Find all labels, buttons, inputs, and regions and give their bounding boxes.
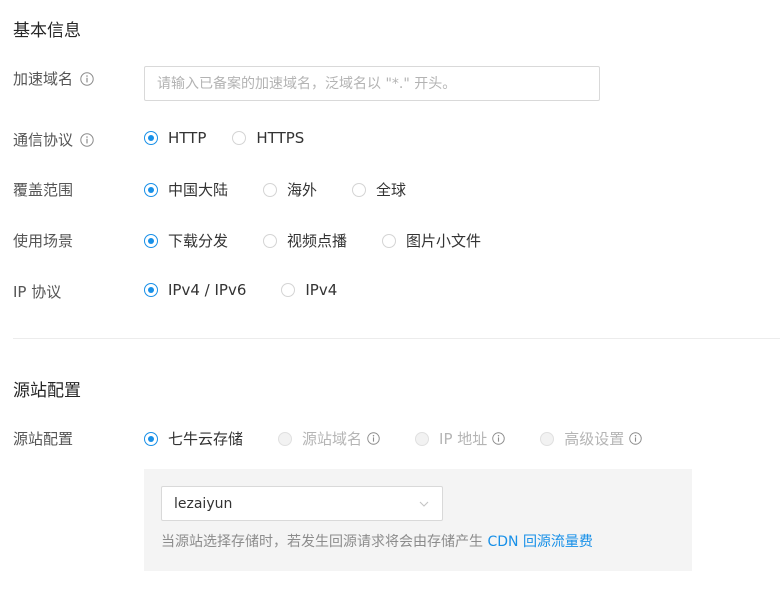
origin-option-domain: 源站域名 — [278, 428, 380, 449]
ip-protocol-label-row: IP 协议 — [13, 281, 61, 302]
basic-info-title: 基本信息 — [13, 21, 81, 41]
scenario-option-vod[interactable]: 视频点播 — [263, 230, 347, 251]
option-label: IPv4 / IPv6 — [168, 281, 247, 299]
option-label: 图片小文件 — [406, 232, 482, 250]
radio-disabled-icon — [540, 431, 555, 446]
option-label: 下载分发 — [168, 232, 229, 250]
radio-unchecked-icon[interactable] — [263, 182, 278, 197]
info-icon[interactable] — [80, 132, 94, 147]
option-label: 全球 — [376, 181, 407, 199]
origin-hint: 当源站选择存储时，若发生回源请求将会由存储产生 CDN 回源流量费 — [161, 531, 593, 551]
protocol-option-https[interactable]: HTTPS — [232, 129, 304, 147]
origin-label-row: 源站配置 — [13, 428, 73, 449]
ip-protocol-label: IP 协议 — [13, 283, 62, 301]
back-to-origin-fee-link[interactable]: 回源流量费 — [523, 534, 593, 550]
protocol-label-row: 通信协议 — [13, 129, 94, 150]
radio-unchecked-icon[interactable] — [263, 233, 278, 248]
radio-unchecked-icon[interactable] — [352, 182, 367, 197]
scenario-label: 使用场景 — [13, 232, 74, 250]
option-label: 中国大陆 — [168, 181, 229, 199]
scenario-option-download[interactable]: 下载分发 — [144, 230, 228, 251]
option-label: HTTPS — [256, 129, 305, 147]
scenario-radio-group: 下载分发 视频点播 图片小文件 — [144, 230, 481, 251]
origin-section-title: 源站配置 — [13, 381, 81, 401]
info-icon[interactable] — [367, 432, 380, 445]
domain-input[interactable] — [144, 66, 600, 101]
radio-checked-icon[interactable] — [144, 182, 158, 197]
origin-option-ip: IP 地址 — [415, 428, 506, 449]
radio-checked-icon[interactable] — [144, 233, 158, 248]
domain-label: 加速域名 — [13, 70, 74, 88]
origin-option-kodo[interactable]: 七牛云存储 — [144, 428, 243, 449]
protocol-label: 通信协议 — [13, 131, 74, 149]
cdn-link[interactable]: CDN — [487, 534, 518, 550]
info-icon[interactable] — [80, 71, 94, 86]
radio-disabled-icon — [415, 431, 430, 446]
radio-checked-icon[interactable] — [144, 131, 158, 145]
origin-config-label: 源站配置 — [13, 430, 74, 448]
bucket-select[interactable]: lezaiyun — [161, 486, 443, 521]
option-label: 海外 — [287, 181, 318, 199]
radio-unchecked-icon[interactable] — [281, 283, 296, 297]
option-label: 高级设置 — [564, 430, 625, 448]
origin-option-advanced: 高级设置 — [540, 428, 643, 449]
origin-storage-panel: lezaiyun 当源站选择存储时，若发生回源请求将会由存储产生 CDN 回源流… — [144, 469, 692, 571]
protocol-option-http[interactable]: HTTP — [144, 129, 206, 147]
bucket-select-value: lezaiyun — [174, 495, 233, 512]
radio-checked-icon[interactable] — [144, 431, 158, 446]
ip-option-ipv4[interactable]: IPv4 — [281, 281, 337, 299]
option-label: IPv4 — [305, 281, 338, 299]
info-icon[interactable] — [492, 432, 506, 445]
option-label: IP 地址 — [439, 430, 488, 448]
option-label: HTTP — [168, 129, 207, 147]
radio-checked-icon[interactable] — [144, 283, 158, 297]
origin-hint-text: 当源站选择存储时，若发生回源请求将会由存储产生 — [161, 534, 488, 550]
chevron-down-icon — [419, 501, 429, 507]
radio-unchecked-icon[interactable] — [382, 233, 397, 248]
ip-option-dual[interactable]: IPv4 / IPv6 — [144, 281, 246, 299]
coverage-radio-group: 中国大陆 海外 全球 — [144, 179, 406, 200]
coverage-option-global[interactable]: 全球 — [352, 179, 406, 200]
coverage-option-overseas[interactable]: 海外 — [263, 179, 317, 200]
origin-radio-group: 七牛云存储 源站域名 IP 地址 高级设置 — [144, 428, 643, 449]
section-divider — [13, 338, 780, 339]
option-label: 源站域名 — [302, 430, 363, 448]
option-label: 七牛云存储 — [168, 430, 244, 448]
radio-unchecked-icon[interactable] — [232, 131, 247, 145]
info-icon[interactable] — [629, 432, 643, 445]
coverage-label: 覆盖范围 — [13, 181, 74, 199]
scenario-label-row: 使用场景 — [13, 230, 73, 251]
domain-label-row: 加速域名 — [13, 68, 94, 89]
scenario-option-images[interactable]: 图片小文件 — [382, 230, 481, 251]
radio-disabled-icon — [278, 431, 293, 446]
option-label: 视频点播 — [287, 232, 348, 250]
ip-protocol-radio-group: IPv4 / IPv6 IPv4 — [144, 281, 337, 299]
coverage-option-mainland[interactable]: 中国大陆 — [144, 179, 228, 200]
protocol-radio-group: HTTP HTTPS — [144, 129, 304, 147]
coverage-label-row: 覆盖范围 — [13, 179, 73, 200]
